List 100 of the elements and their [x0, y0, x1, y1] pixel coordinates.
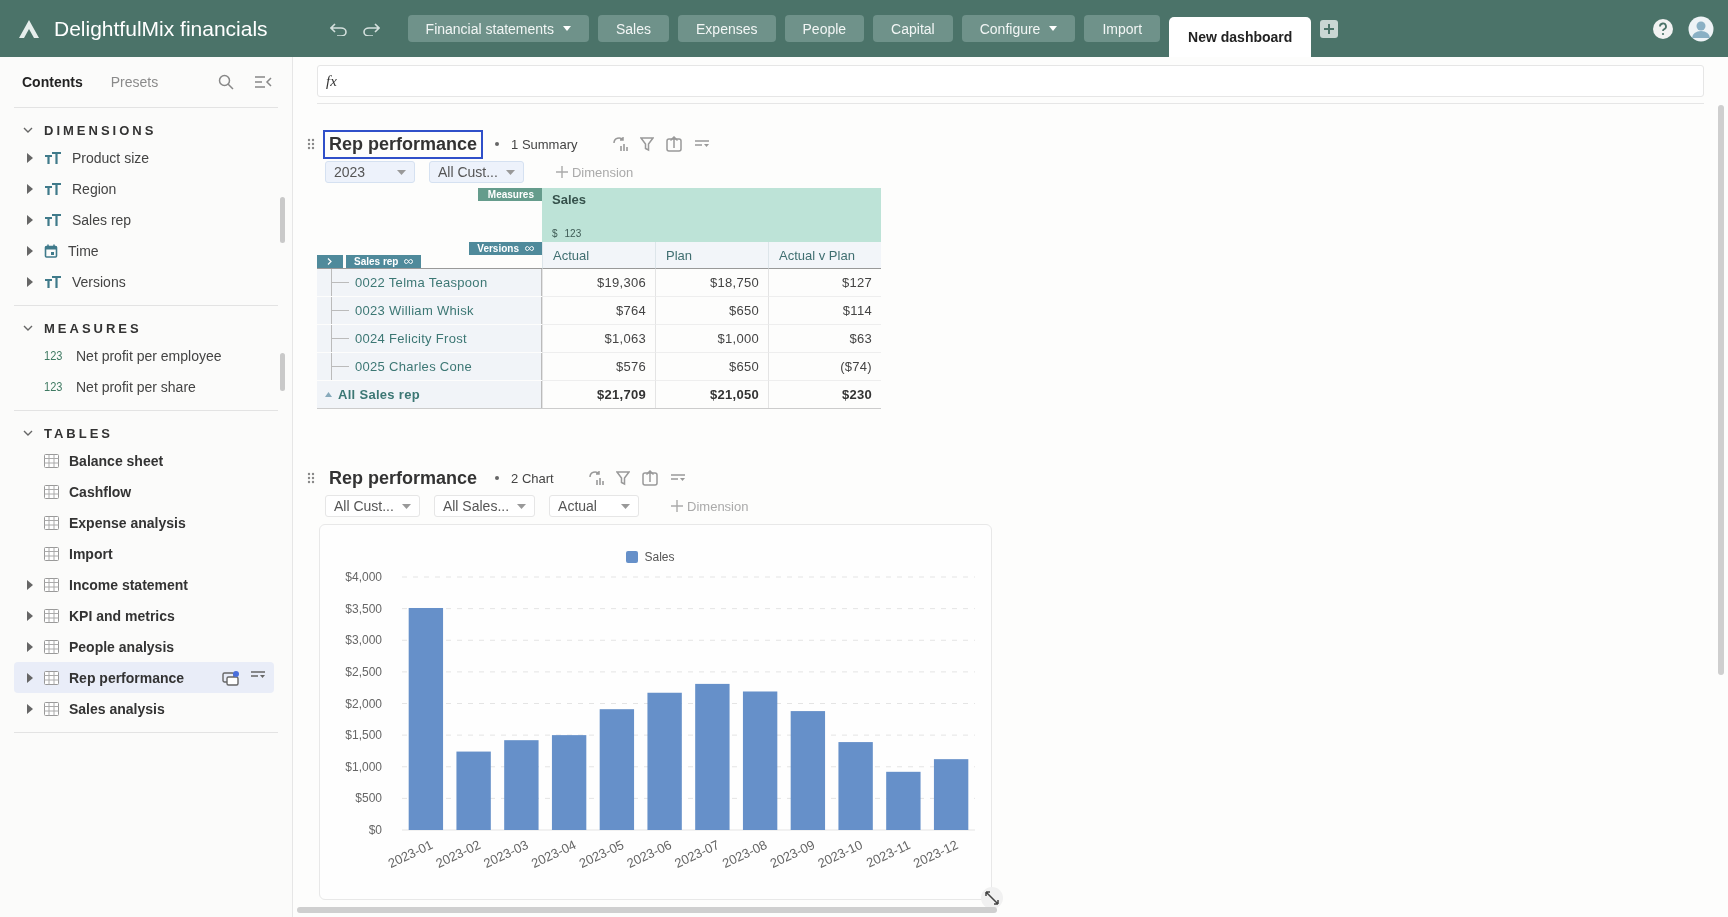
- filter-dropdown[interactable]: 2023: [325, 161, 415, 183]
- expand-rows-icon: [317, 255, 343, 268]
- sidebar-item[interactable]: Sales analysis: [14, 693, 274, 724]
- caret-icon: [397, 169, 406, 175]
- axis-label: $0: [368, 823, 382, 837]
- table-icon: [44, 670, 59, 685]
- table-cell: $127: [768, 269, 881, 297]
- total-row-header: All Sales rep: [317, 381, 542, 408]
- number-format-label: 123: [564, 228, 582, 239]
- search-icon[interactable]: [218, 74, 234, 90]
- text-type-icon: [44, 274, 62, 289]
- item-label: Rep performance: [69, 669, 185, 686]
- expand-caret-icon[interactable]: [26, 672, 34, 683]
- filter-lines-icon[interactable]: [250, 669, 266, 680]
- chart-bar: [886, 771, 921, 830]
- sidebar-item[interactable]: Import: [14, 538, 274, 569]
- help-icon[interactable]: [1652, 17, 1674, 40]
- sidebar-item[interactable]: Balance sheet: [14, 445, 274, 476]
- filter-dropdown[interactable]: All Sales...: [433, 495, 536, 517]
- formula-bar[interactable]: fx: [317, 65, 1704, 97]
- total-cell: $230: [768, 381, 881, 408]
- expand-caret-icon[interactable]: [26, 276, 34, 287]
- widget-title[interactable]: Rep performance: [323, 129, 484, 159]
- expand-caret-icon[interactable]: [26, 214, 34, 225]
- sidebar-item[interactable]: Time: [14, 235, 274, 266]
- expand-caret-icon[interactable]: [26, 245, 34, 256]
- expand-caret-icon[interactable]: [26, 152, 34, 163]
- redo-icon[interactable]: [361, 21, 380, 36]
- expand-caret-icon[interactable]: [26, 703, 34, 714]
- expand-caret-icon[interactable]: [26, 183, 34, 194]
- item-label: Product size: [72, 149, 150, 166]
- collapse-panel-icon[interactable]: [254, 75, 272, 89]
- table-icon: [44, 701, 59, 716]
- table-cell: $650: [655, 297, 768, 325]
- measures-tag: Measures: [477, 188, 542, 201]
- sidebar-item[interactable]: 123 Net profit per share: [14, 371, 274, 402]
- expand-icon[interactable]: [981, 887, 1003, 909]
- item-label: Cashflow: [69, 483, 132, 500]
- filter-icon[interactable]: [639, 136, 654, 152]
- filter-dropdown[interactable]: All Cust...: [325, 495, 420, 517]
- filter-dropdown[interactable]: Actual: [549, 495, 640, 517]
- drag-handle-icon: [307, 472, 315, 484]
- link-icon: [404, 259, 414, 264]
- scrollbar-thumb[interactable]: [280, 197, 285, 243]
- undo-icon[interactable]: [329, 21, 348, 36]
- column-header: Plan: [655, 242, 768, 269]
- nav-tab[interactable]: New dashboard: [1169, 17, 1312, 57]
- row-header: 0024 Felicity Frost: [317, 325, 542, 352]
- widget-subtitle: 1 Summary: [511, 136, 578, 152]
- widget-subtitle: 2 Chart: [511, 470, 554, 486]
- plus-icon: [555, 166, 568, 178]
- total-cell: $21,050: [655, 381, 768, 408]
- sidebar-tab[interactable]: Contents: [22, 74, 83, 90]
- table-icon: [44, 577, 59, 592]
- refresh-chart-icon[interactable]: [611, 136, 628, 152]
- item-label: Net profit per employee: [76, 347, 222, 364]
- sidebar-item[interactable]: Cashflow: [14, 476, 274, 507]
- add-tab-icon[interactable]: [1320, 19, 1339, 38]
- widget-title[interactable]: Rep performance: [323, 463, 484, 493]
- collapse-caret-icon[interactable]: [325, 392, 332, 397]
- sidebar-item[interactable]: Region: [14, 173, 274, 204]
- calendar-icon: [44, 243, 58, 258]
- axis-label: $500: [355, 791, 382, 806]
- chart-add-icon[interactable]: [222, 669, 240, 686]
- versions-tag[interactable]: Versions: [469, 242, 542, 255]
- item-label: Time: [68, 242, 99, 259]
- sidebar-item[interactable]: 123 Net profit per employee: [14, 340, 274, 371]
- table-cell: $18,750: [655, 269, 768, 297]
- column-header: Actual v Plan: [768, 242, 881, 269]
- legend-label: Sales: [644, 550, 675, 564]
- scrollbar-thumb[interactable]: [280, 353, 285, 391]
- expand-caret-icon[interactable]: [26, 610, 34, 621]
- row-header: 0025 Charles Cone: [317, 353, 542, 380]
- export-icon[interactable]: [665, 136, 682, 152]
- scrollbar[interactable]: [1718, 105, 1724, 675]
- sidebar-item[interactable]: Rep performance: [14, 662, 274, 693]
- sort-icon[interactable]: [693, 139, 710, 149]
- export-icon[interactable]: [641, 470, 658, 486]
- filter-icon[interactable]: [615, 470, 630, 486]
- sidebar-item[interactable]: Versions: [14, 266, 274, 297]
- expand-caret-icon[interactable]: [26, 579, 34, 590]
- sidebar-item[interactable]: Income statement: [14, 569, 274, 600]
- sidebar-item[interactable]: Expense analysis: [14, 507, 274, 538]
- filter-dropdown[interactable]: All Cust...: [429, 161, 524, 183]
- sidebar-item[interactable]: People analysis: [14, 631, 274, 662]
- table-cell: $764: [542, 297, 655, 325]
- sidebar-item[interactable]: Product size: [14, 142, 274, 173]
- axis-label: $2,000: [345, 696, 382, 711]
- sales-rep-tag[interactable]: Sales rep: [346, 255, 422, 268]
- avatar-icon[interactable]: [1688, 15, 1714, 42]
- table-cell: ($74): [768, 353, 881, 381]
- table-cell: $19,306: [542, 269, 655, 297]
- refresh-chart-icon[interactable]: [587, 470, 604, 486]
- sidebar-item[interactable]: KPI and metrics: [14, 600, 274, 631]
- column-header: Actual: [542, 242, 655, 269]
- caret-icon: [517, 503, 527, 509]
- sort-icon[interactable]: [669, 473, 686, 483]
- sidebar-item[interactable]: Sales rep: [14, 204, 274, 235]
- scrollbar[interactable]: [297, 907, 997, 913]
- expand-caret-icon[interactable]: [26, 641, 34, 652]
